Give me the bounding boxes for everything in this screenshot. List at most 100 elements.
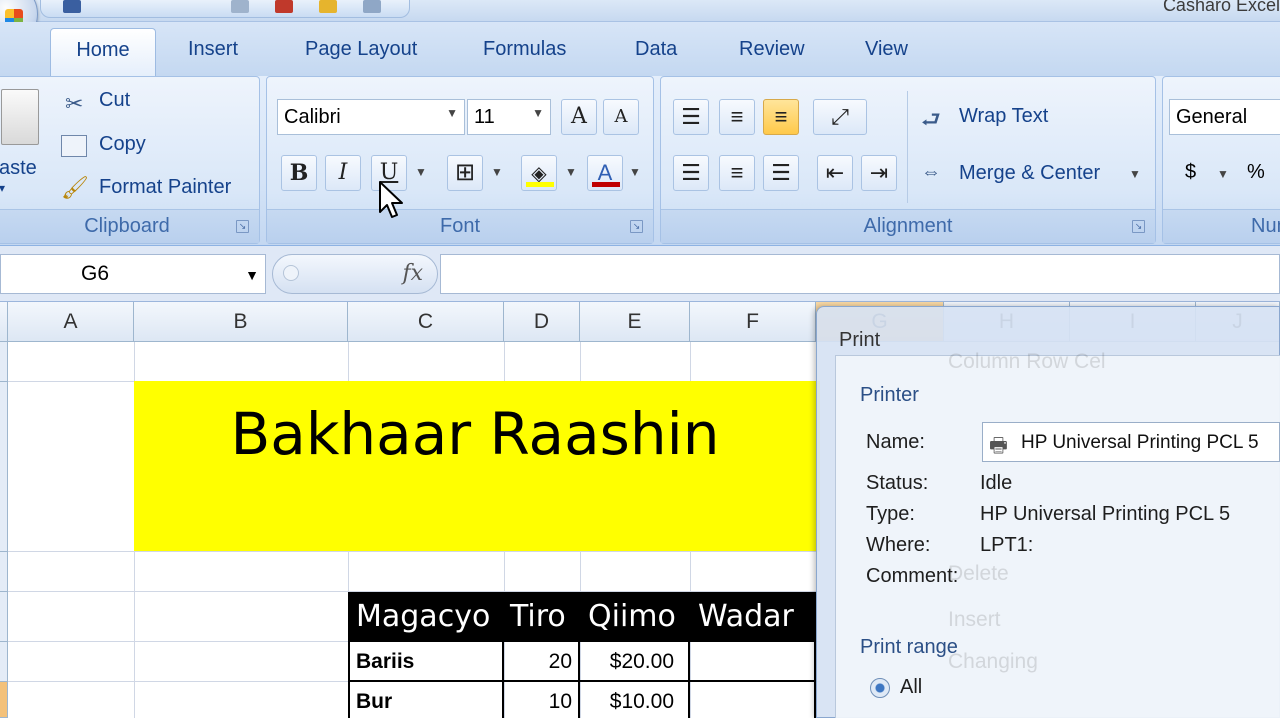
middle-align-button[interactable]: ≡ [719,99,755,135]
alignment-label: Alignment [661,209,1155,243]
row-header[interactable] [0,342,8,382]
alignment-launcher-icon[interactable]: ↘ [1132,220,1145,233]
align-right-button[interactable]: ☰ [763,155,799,191]
row-header[interactable] [0,642,8,682]
formula-input[interactable] [440,254,1280,294]
print-all-radio[interactable] [870,678,890,698]
decrease-indent-button[interactable]: ⇤ [817,155,853,191]
row-header[interactable] [0,552,8,592]
print-preview-icon[interactable] [231,0,249,13]
paste-dropdown-icon[interactable]: ▾ [0,181,5,195]
row-header[interactable] [0,682,8,718]
column-header-b[interactable]: B [134,302,348,342]
clipboard-group: aste ▾ ✂ Cut Copy 🖌 Format Painter Clipb… [0,76,260,244]
orientation-button[interactable]: ⤢ [813,99,867,135]
font-name-value: Calibri [284,106,341,128]
top-align-button[interactable]: ☰ [673,99,709,135]
table-cell[interactable] [690,642,816,682]
borders-button[interactable]: ⊞ [447,155,483,191]
bold-button[interactable]: B [281,155,317,191]
table-cell[interactable]: $20.00 [580,642,690,682]
tab-review[interactable]: Review [739,38,805,60]
wrap-text-button[interactable]: Wrap Text [959,105,1048,128]
table-header-cell[interactable]: Magacyo [356,592,490,642]
font-name-select[interactable]: Calibri ▼ [277,99,465,135]
table-cell[interactable]: $10.00 [580,682,690,718]
tab-data[interactable]: Data [635,38,677,60]
table-icon[interactable] [363,0,381,13]
comment-label: Comment: [866,565,959,587]
increase-indent-button[interactable]: ⇥ [861,155,897,191]
grow-font-button[interactable]: A [561,99,597,135]
where-value: LPT1: [980,534,1034,556]
font-color-dropdown-icon[interactable]: ▼ [629,165,641,179]
ghost-text: Changing [948,650,1038,673]
copy-button[interactable]: Copy [99,133,146,156]
table-cell[interactable]: 20 [504,642,580,682]
printer-icon: 🖶 [989,435,1008,457]
percent-button[interactable]: % [1247,161,1265,184]
merge-center-button[interactable]: Merge & Center [959,162,1100,185]
paste-icon[interactable] [1,89,39,145]
expand-icon[interactable] [283,265,299,281]
tab-page-layout[interactable]: Page Layout [305,38,417,60]
cut-button[interactable]: Cut [99,89,130,112]
ribbon-tabs: Home Insert Page Layout Formulas Data Re… [0,22,1280,78]
type-value: HP Universal Printing PCL 5 [980,503,1231,525]
decrease-indent-icon: ⇤ [825,160,845,185]
row-header[interactable] [0,382,8,552]
tab-home[interactable]: Home [50,28,156,78]
table-header-cell[interactable]: Wadar [698,592,794,642]
open-folder-icon[interactable] [319,0,337,13]
align-center-button[interactable]: ≡ [719,155,755,191]
printer-name-select[interactable]: 🖶 HP Universal Printing PCL 5 [982,422,1280,462]
fill-color-button[interactable]: ◈ [521,155,557,191]
select-all-corner[interactable] [0,302,8,342]
underline-dropdown-icon[interactable]: ▼ [415,165,427,179]
table-cell[interactable]: Bariis [348,642,504,682]
paste-button[interactable]: aste [0,157,37,180]
ghost-text: Column Row Cel [948,350,1106,373]
font-size-select[interactable]: 11 ▼ [467,99,551,135]
column-header-f[interactable]: F [690,302,816,342]
align-bottom-icon: ≡ [774,104,788,129]
table-header-cell[interactable]: Qiimo [588,592,676,642]
merge-icon: ⇔ [921,161,941,183]
align-left-button[interactable]: ☰ [673,155,709,191]
clipboard-launcher-icon[interactable]: ↘ [236,220,249,233]
table-header-cell[interactable]: Tiro [510,592,566,642]
save-icon[interactable] [63,0,81,13]
status-label: Status: [866,472,929,494]
tab-formulas[interactable]: Formulas [483,38,566,60]
insert-function-button[interactable]: fx [402,261,423,286]
column-header-c[interactable]: C [348,302,504,342]
column-header-a[interactable]: A [8,302,134,342]
align-left-icon: ☰ [681,160,701,185]
sort-icon[interactable] [275,0,293,13]
shrink-font-button[interactable]: A [603,99,639,135]
merge-dropdown-icon[interactable]: ▼ [1129,167,1141,181]
name-box[interactable]: G6 ▼ [0,254,266,294]
chevron-down-icon: ▼ [532,106,544,120]
table-cell[interactable]: Bur [348,682,504,718]
currency-dropdown-icon[interactable]: ▼ [1217,167,1229,181]
table-cell[interactable] [690,682,816,718]
orientation-icon: ⤢ [831,104,849,129]
fill-dropdown-icon[interactable]: ▼ [565,165,577,179]
chevron-down-icon[interactable]: ▼ [245,267,259,283]
format-painter-button[interactable]: Format Painter [99,176,231,199]
currency-button[interactable]: $ [1185,161,1196,184]
tab-view[interactable]: View [865,38,908,60]
row-header[interactable] [0,592,8,642]
bottom-align-button[interactable]: ≡ [763,99,799,135]
font-color-button[interactable]: A [587,155,623,191]
borders-dropdown-icon[interactable]: ▼ [491,165,503,179]
font-launcher-icon[interactable]: ↘ [630,220,643,233]
number-format-select[interactable]: General [1169,99,1280,135]
column-header-e[interactable]: E [580,302,690,342]
column-header-d[interactable]: D [504,302,580,342]
tab-insert[interactable]: Insert [188,38,238,60]
italic-button[interactable]: I [325,155,361,191]
align-middle-icon: ≡ [730,104,744,129]
table-cell[interactable]: 10 [504,682,580,718]
